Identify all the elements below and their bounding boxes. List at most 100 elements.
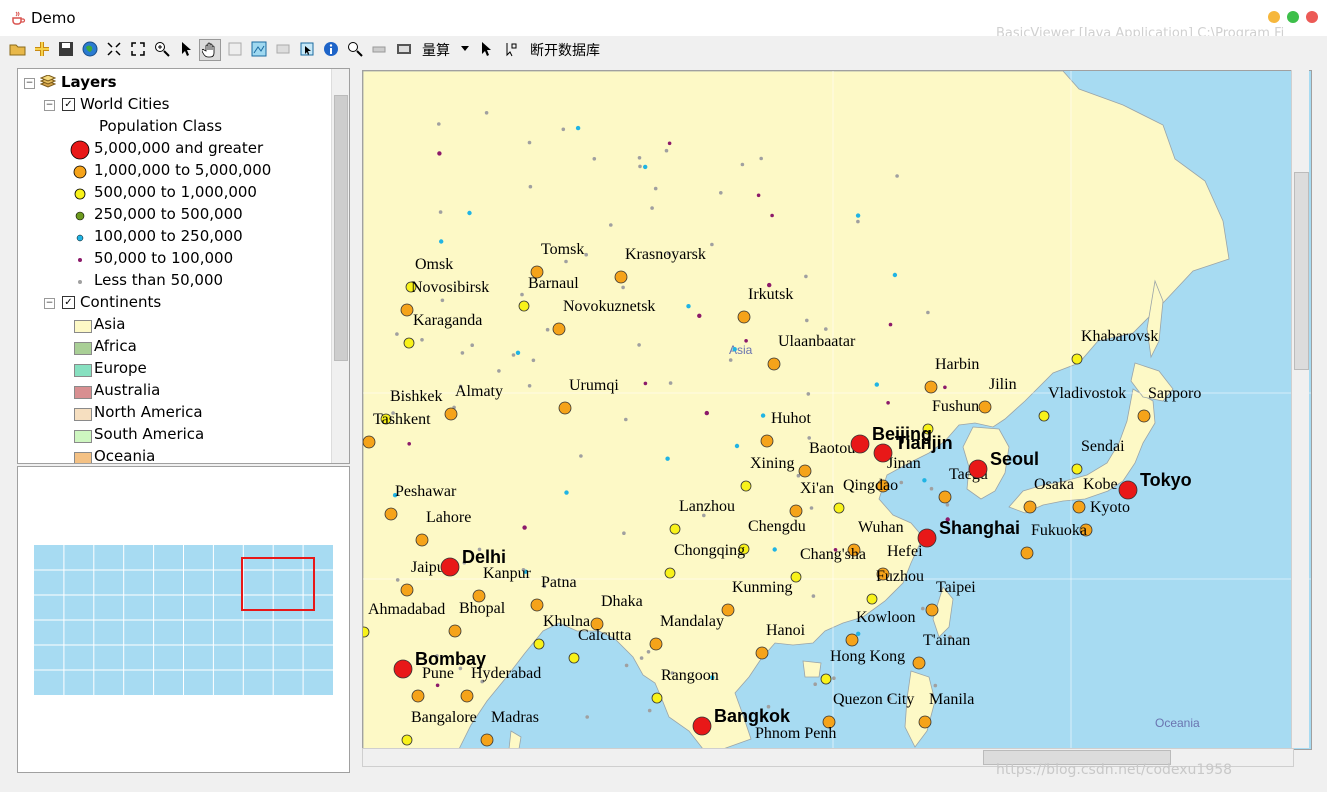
symbol-pop-lt50k: [78, 280, 82, 284]
select-arrow-icon[interactable]: [176, 39, 196, 59]
city-label: Barnaul: [528, 275, 579, 292]
city-symbol: [440, 557, 460, 577]
world-cities-layer-label: World Cities: [80, 95, 170, 113]
symbol-pop-1m: [73, 165, 87, 179]
city-symbol: [530, 598, 544, 612]
java-cup-icon: [12, 11, 26, 25]
small-city-dot: [933, 683, 938, 688]
small-city-dot: [564, 259, 568, 264]
map-canvas[interactable]: Asia Oceania Omsk Novosibirsk Tomsk Barnaul…: [363, 71, 1311, 749]
save-icon[interactable]: [56, 39, 76, 59]
city-label: Novosibirsk: [411, 279, 489, 296]
toc-scrollbar[interactable]: [331, 69, 349, 463]
small-city-dot: [637, 343, 641, 347]
overview-grid: [34, 545, 333, 695]
map-vertical-scrollbar[interactable]: [1291, 70, 1309, 748]
city-label: Irkutsk: [748, 286, 793, 303]
small-city-dot: [772, 547, 777, 552]
small-city-dot: [638, 164, 642, 169]
add-data-icon[interactable]: [32, 39, 52, 59]
overview-map[interactable]: [17, 466, 350, 773]
select-features-icon[interactable]: [297, 39, 317, 59]
small-city-dot: [515, 350, 521, 355]
city-symbol: [558, 401, 572, 415]
population-class-label: Less than 50,000: [94, 271, 224, 289]
city-symbol: [968, 459, 988, 479]
open-document-icon[interactable]: [8, 39, 28, 59]
small-city-dot: [435, 683, 440, 688]
small-city-dot: [643, 164, 648, 170]
toc-scroll-thumb[interactable]: [334, 95, 348, 361]
maximize-button[interactable]: [1287, 11, 1299, 23]
city-label: Huhot: [771, 410, 812, 427]
city-label: Seoul: [990, 449, 1039, 469]
small-city-dot: [437, 122, 441, 126]
find-icon[interactable]: [345, 39, 365, 59]
pointer-tool-icon[interactable]: [476, 39, 496, 59]
continent-swatch: [74, 430, 92, 443]
identify-disabled-icon[interactable]: [273, 39, 293, 59]
small-city-dot: [438, 210, 443, 214]
city-label: Lahore: [426, 509, 471, 526]
minimize-button[interactable]: [1268, 11, 1280, 23]
city-symbol: [1071, 463, 1083, 475]
chevron-down-icon[interactable]: [458, 39, 472, 59]
title-bar: Demo BasicViewer [Java Application] C:\P…: [0, 0, 1327, 41]
continents-checkbox[interactable]: ✓: [62, 296, 75, 309]
symbol-pop-50k: [78, 258, 82, 262]
city-label: Fukuoka: [1031, 522, 1087, 539]
zoom-out-fixed-icon[interactable]: [128, 39, 148, 59]
city-symbol: [925, 603, 939, 617]
city-label: Peshawar: [395, 483, 457, 500]
city-symbol: [480, 733, 494, 747]
grid-disabled-icon[interactable]: [225, 39, 245, 59]
small-city-dot: [943, 385, 947, 390]
city-label: Xi'an: [800, 480, 834, 497]
toolbar: 量算 断开数据库: [0, 36, 1327, 62]
small-city-dot: [639, 656, 644, 660]
small-city-dot: [704, 410, 709, 416]
city-symbol: [552, 322, 566, 336]
city-label: Kowloon: [856, 609, 916, 626]
small-city-dot: [899, 480, 904, 485]
city-symbol: [533, 638, 545, 650]
population-class-label: 50,000 to 100,000: [94, 249, 234, 267]
info-icon[interactable]: [321, 39, 341, 59]
city-symbol: [411, 689, 425, 703]
city-symbol: [912, 656, 926, 670]
city-label: Bangalore: [411, 709, 477, 726]
continents-expander[interactable]: −: [44, 298, 55, 309]
city-label: Ulaanbaatar: [778, 333, 856, 350]
small-city-dot: [585, 715, 589, 719]
world-cities-expander[interactable]: −: [44, 100, 55, 111]
city-symbol: [692, 716, 712, 736]
continent-swatch: [74, 342, 92, 355]
population-symbols: [70, 140, 90, 284]
city-label: Jinan: [887, 455, 921, 472]
city-label: Wuhan: [858, 519, 904, 536]
measure-button[interactable]: 量算: [422, 40, 450, 60]
small-city-dot: [653, 186, 658, 191]
zoom-in-icon[interactable]: [152, 39, 172, 59]
small-city-dot: [926, 310, 930, 315]
continent-label: Europe: [94, 359, 147, 377]
close-button[interactable]: [1306, 11, 1318, 23]
measure-disabled-icon[interactable]: [369, 39, 389, 59]
map-vertical-thumb[interactable]: [1294, 172, 1309, 370]
layers-expander[interactable]: −: [24, 78, 35, 89]
small-city-dot: [886, 401, 890, 405]
disconnect-database-button[interactable]: 断开数据库: [530, 40, 600, 60]
small-city-dot: [637, 156, 642, 160]
edit-vertex-icon[interactable]: [500, 39, 520, 59]
zoom-in-fixed-icon[interactable]: [104, 39, 124, 59]
world-cities-checkbox[interactable]: ✓: [62, 98, 75, 111]
full-extent-globe-icon[interactable]: [80, 39, 100, 59]
pan-hand-icon[interactable]: [199, 39, 221, 61]
small-city-dot: [579, 454, 583, 458]
small-city-dot: [892, 272, 898, 278]
city-symbol: [400, 303, 414, 317]
go-to-xy-icon[interactable]: [394, 39, 414, 59]
map-control[interactable]: Asia Oceania Omsk Novosibirsk Tomsk Barnaul…: [362, 70, 1312, 750]
map-layout-icon[interactable]: [249, 39, 269, 59]
city-symbol: [938, 490, 952, 504]
